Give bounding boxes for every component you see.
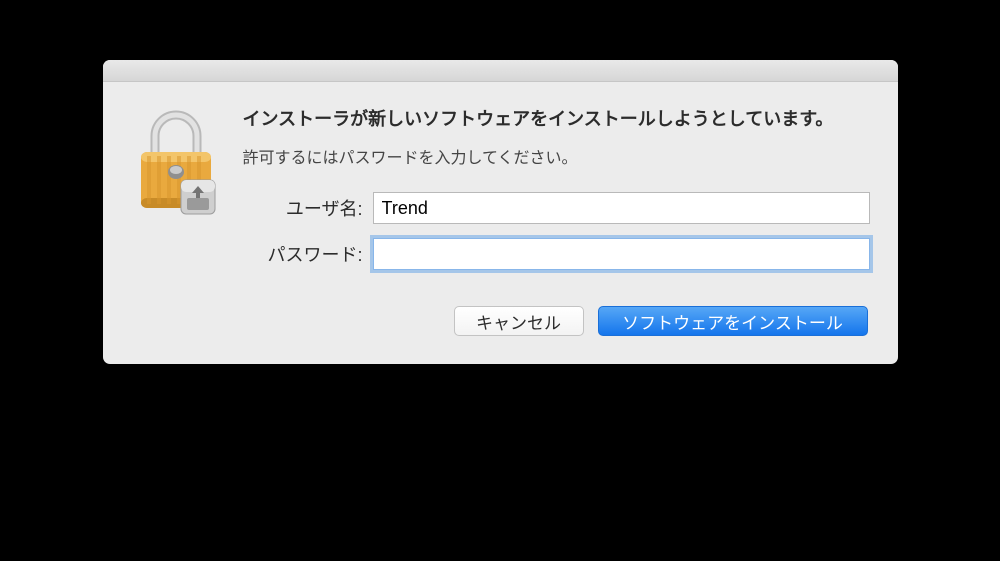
lock-icon [131,108,221,220]
cancel-button[interactable]: キャンセル [454,306,584,336]
username-input[interactable] [373,192,870,224]
username-row: ユーザ名: [243,192,870,224]
dialog-heading: インストーラが新しいソフトウェアをインストールしようとしています。 [243,106,870,132]
dialog-titlebar [103,60,898,82]
main-column: インストーラが新しいソフトウェアをインストールしようとしています。 許可するには… [243,106,870,336]
button-row: キャンセル ソフトウェアをインストール [243,306,870,336]
dialog-content: インストーラが新しいソフトウェアをインストールしようとしています。 許可するには… [103,82,898,364]
auth-dialog: インストーラが新しいソフトウェアをインストールしようとしています。 許可するには… [103,60,898,364]
icon-column [131,106,221,336]
password-row: パスワード: [243,238,870,270]
install-button[interactable]: ソフトウェアをインストール [598,306,868,336]
dialog-subheading: 許可するにはパスワードを入力してください。 [243,144,870,168]
username-label: ユーザ名: [243,195,373,221]
password-input[interactable] [373,238,870,270]
password-label: パスワード: [243,241,373,267]
